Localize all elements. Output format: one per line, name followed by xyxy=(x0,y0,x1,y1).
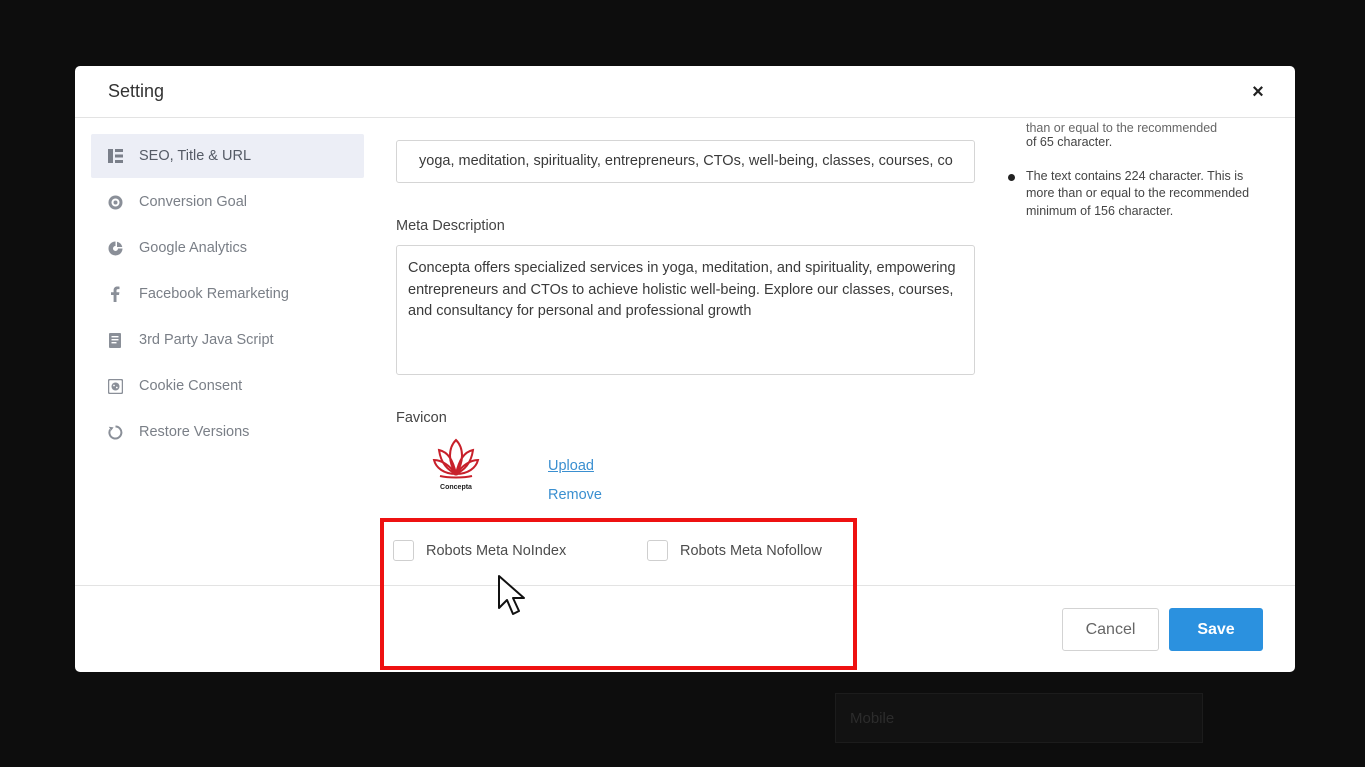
svg-text:Concepta: Concepta xyxy=(440,484,472,491)
target-icon xyxy=(107,194,123,210)
sidebar-item-label: Cookie Consent xyxy=(139,378,243,394)
sidebar-item-restore-versions[interactable]: Restore Versions xyxy=(91,410,364,454)
sidebar-item-third-party-javascript[interactable]: 3rd Party Java Script xyxy=(91,318,364,362)
sidebar-item-label: Conversion Goal xyxy=(139,194,247,210)
robots-noindex-checkbox[interactable] xyxy=(393,540,414,561)
sidebar-item-label: Facebook Remarketing xyxy=(139,286,289,302)
sidebar-item-label: Restore Versions xyxy=(139,424,250,440)
sidebar-item-label: 3rd Party Java Script xyxy=(139,332,274,348)
restore-icon xyxy=(107,424,123,440)
robots-noindex-option[interactable]: Robots Meta NoIndex xyxy=(393,540,566,561)
layout-list-icon xyxy=(107,148,123,164)
robots-nofollow-checkbox[interactable] xyxy=(647,540,668,561)
footer-divider xyxy=(75,585,1295,586)
favicon-preview-image: Concepta xyxy=(426,436,486,494)
lotus-logo-icon: Concepta xyxy=(432,438,480,491)
robots-nofollow-label: Robots Meta Nofollow xyxy=(680,542,822,559)
title-length-note: of 65 character. xyxy=(1003,134,1265,168)
bullet-icon xyxy=(1008,173,1015,181)
favicon-label: Favicon xyxy=(396,410,447,426)
description-length-note: The text contains 224 character. This is… xyxy=(1003,168,1265,221)
robots-noindex-label: Robots Meta NoIndex xyxy=(426,542,567,559)
robots-nofollow-option[interactable]: Robots Meta Nofollow xyxy=(647,540,822,561)
seo-settings-panel: yoga, meditation, spirituality, entrepre… xyxy=(393,118,976,586)
script-file-icon xyxy=(107,332,123,348)
background-mobile-field: Mobile xyxy=(835,693,1203,743)
meta-keywords-input[interactable]: yoga, meditation, spirituality, entrepre… xyxy=(396,140,975,183)
sidebar-item-label: Google Analytics xyxy=(139,240,248,256)
sidebar-item-seo-title-url[interactable]: SEO, Title & URL xyxy=(91,134,364,178)
sidebar-item-cookie-consent[interactable]: Cookie Consent xyxy=(91,364,364,408)
modal-title: Setting xyxy=(108,81,165,101)
sidebar-item-google-analytics[interactable]: Google Analytics xyxy=(91,226,364,270)
sidebar-item-label: SEO, Title & URL xyxy=(139,148,252,164)
meta-description-textarea[interactable]: Concepta offers specialized services in … xyxy=(396,245,975,375)
description-note-text: The text contains 224 character. This is… xyxy=(1026,168,1250,218)
meta-description-label: Meta Description xyxy=(396,218,505,234)
sidebar-item-facebook-remarketing[interactable]: Facebook Remarketing xyxy=(91,272,364,316)
analytics-icon xyxy=(107,240,123,256)
save-button[interactable]: Save xyxy=(1169,608,1263,651)
note-truncated-line: than or equal to the recommended minimum xyxy=(1026,121,1218,134)
favicon-upload-link[interactable]: Upload xyxy=(548,458,594,474)
settings-modal: Setting × SEO, Title & URL Conversion Go… xyxy=(75,66,1295,672)
sidebar-item-conversion-goal[interactable]: Conversion Goal xyxy=(91,180,364,224)
cookie-icon xyxy=(107,378,123,394)
close-icon[interactable]: × xyxy=(1245,79,1271,105)
seo-analysis-notes: than or equal to the recommended minimum… xyxy=(1003,121,1265,221)
facebook-icon xyxy=(107,286,123,302)
favicon-remove-link[interactable]: Remove xyxy=(548,487,602,503)
cancel-button[interactable]: Cancel xyxy=(1062,608,1159,651)
settings-sidebar: SEO, Title & URL Conversion Goal Google … xyxy=(91,134,364,456)
title-note-text: of 65 character. xyxy=(1026,135,1113,149)
modal-header: Setting × xyxy=(75,66,1295,118)
